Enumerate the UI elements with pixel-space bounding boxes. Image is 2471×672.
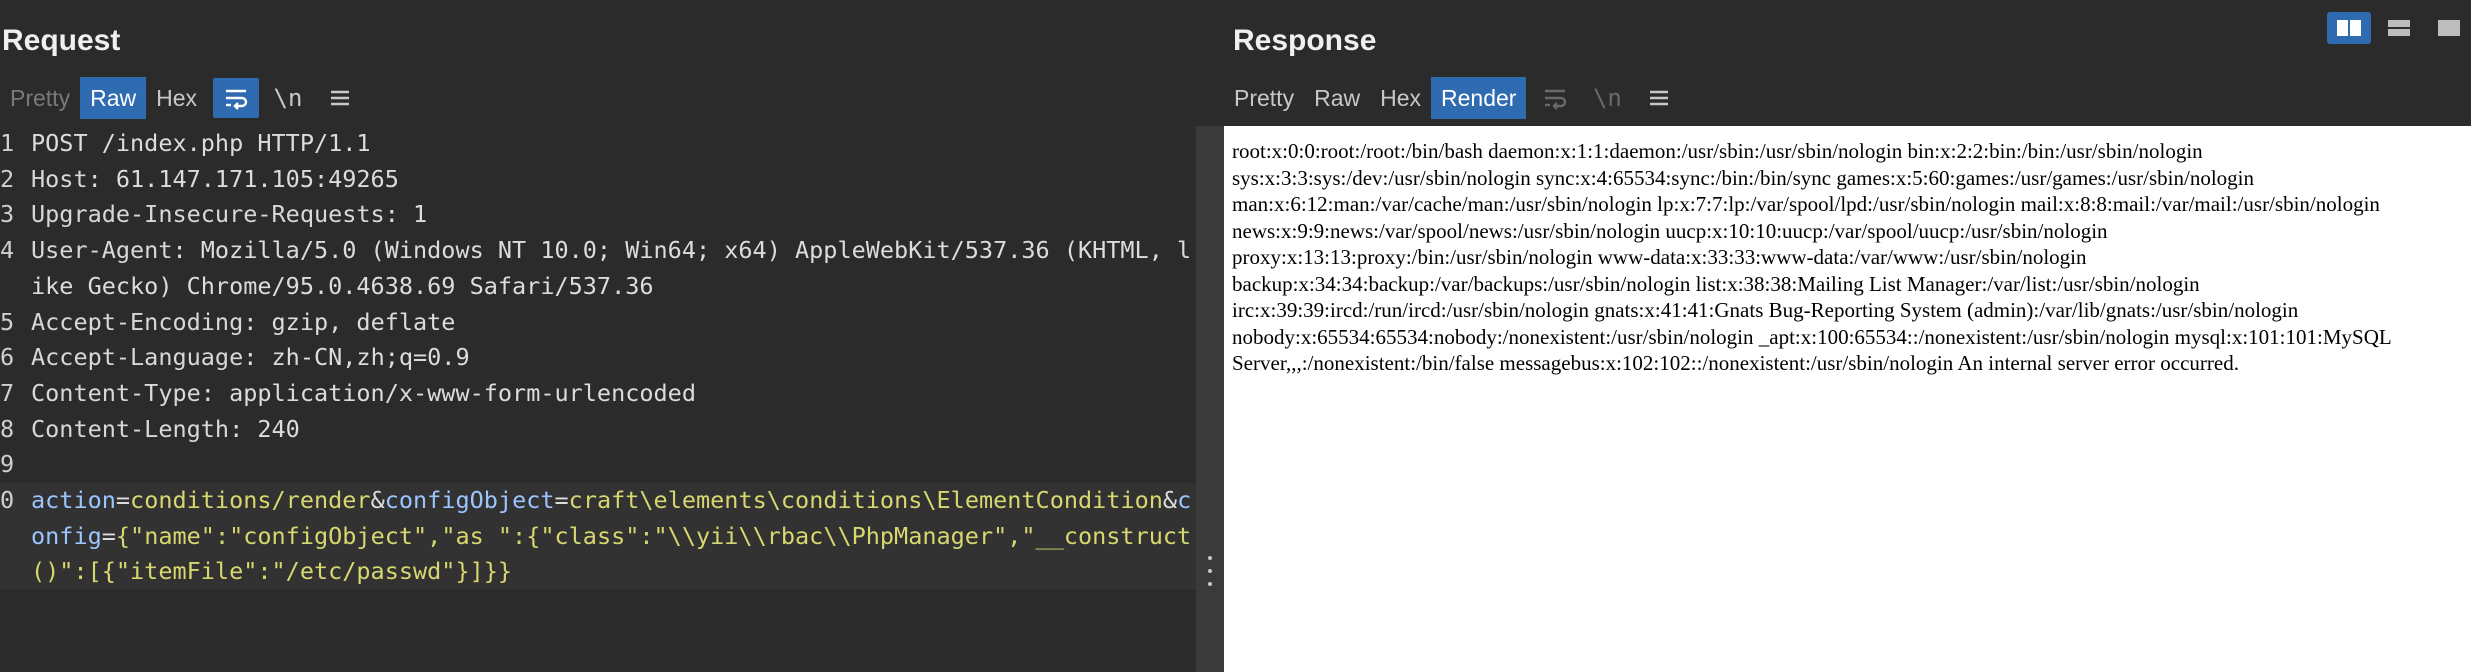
line-number: 2	[0, 164, 15, 193]
line-number: 5	[0, 307, 15, 336]
editor-line: 5 Accept-Encoding: gzip, deflate	[0, 305, 1196, 341]
line-number: 7	[0, 378, 15, 407]
param-value: conditions/render	[130, 486, 371, 515]
response-wrap-button[interactable]	[1532, 78, 1578, 118]
header-name: Accept-Encoding	[31, 307, 244, 336]
line-number: 0	[0, 486, 15, 515]
header-value: application/x-www-form-urlencoded	[229, 378, 696, 407]
editor-line-body: 0 action=conditions/render&configObject=…	[0, 483, 1196, 591]
request-newline-button[interactable]: \n	[265, 78, 311, 118]
response-toolbar: Pretty Raw Hex Render \n	[1224, 76, 1682, 120]
editor-line: 1 POST /index.php HTTP/1.1	[0, 126, 1196, 162]
response-tab-pretty[interactable]: Pretty	[1224, 77, 1304, 119]
header-value: 61.147.171.105:49265	[115, 164, 399, 193]
drag-handle-icon	[1207, 556, 1213, 586]
line-number: 8	[0, 414, 15, 443]
editor-line: 3 Upgrade-Insecure-Requests: 1	[0, 197, 1196, 233]
request-tab-raw[interactable]: Raw	[80, 77, 147, 119]
request-menu-button[interactable]	[317, 78, 363, 118]
menu-icon	[1650, 90, 1669, 106]
pane-splitter[interactable]	[1196, 126, 1224, 672]
editor-line: 4 User-Agent: Mozilla/5.0 (Windows NT 10…	[0, 233, 1196, 304]
wrap-icon	[226, 89, 248, 110]
header-name: Accept-Language	[31, 343, 244, 372]
request-tab-hex[interactable]: Hex	[146, 77, 207, 119]
single-pane-button[interactable]	[2427, 12, 2471, 44]
split-vertical-button[interactable]	[2377, 12, 2421, 44]
request-editor[interactable]: 1 POST /index.php HTTP/1.1 2 Host: 61.14…	[0, 126, 1196, 672]
request-toolbar: Pretty Raw Hex \n	[0, 76, 363, 120]
request-line: POST /index.php HTTP/1.1	[31, 129, 371, 157]
header-name: Content-Length	[31, 414, 230, 443]
single-pane-icon	[2438, 20, 2460, 36]
editor-line: 8 Content-Length: 240	[0, 412, 1196, 448]
line-number: 4	[0, 236, 15, 265]
response-menu-button[interactable]	[1636, 78, 1682, 118]
header-value: Mozilla/5.0 (Windows NT 10.0; Win64; x64…	[31, 236, 1192, 300]
header-value: gzip, deflate	[271, 307, 456, 336]
header-name: Content-Type	[31, 378, 201, 407]
line-number: 3	[0, 200, 15, 229]
param-key: configObject	[384, 486, 555, 515]
header-name: User-Agent	[31, 236, 173, 265]
response-newline-button[interactable]: \n	[1584, 78, 1630, 118]
header-name: Host	[31, 164, 88, 193]
line-number: 6	[0, 343, 15, 372]
request-tab-pretty[interactable]: Pretty	[0, 77, 80, 119]
header-value: 1	[413, 200, 428, 229]
line-number: 1	[0, 129, 15, 157]
header-value: zh-CN,zh;q=0.9	[271, 343, 470, 372]
layout-toggles	[2327, 12, 2471, 44]
header-name: Upgrade-Insecure-Requests	[31, 200, 385, 229]
response-title: Response	[1233, 24, 1377, 57]
menu-icon	[331, 90, 349, 106]
param-key: action	[31, 486, 116, 515]
response-render-view: root:x:0:0:root:/root:/bin/bash daemon:x…	[1224, 126, 2471, 672]
param-value: craft\elements\conditions\ElementConditi…	[568, 486, 1163, 515]
split-vertical-icon	[2388, 20, 2410, 36]
header-value: 240	[257, 414, 300, 443]
split-horizontal-icon	[2337, 20, 2361, 36]
response-tab-render[interactable]: Render	[1431, 77, 1527, 119]
split-horizontal-button[interactable]	[2327, 12, 2371, 44]
editor-line: 9	[0, 447, 1196, 483]
newline-label: \n	[1592, 84, 1622, 112]
param-value: {"name":"configObject","as ":{"class":"\…	[31, 521, 1192, 586]
request-title: Request	[2, 24, 121, 57]
editor-line: 2 Host: 61.147.171.105:49265	[0, 162, 1196, 198]
editor-line: 7 Content-Type: application/x-www-form-u…	[0, 376, 1196, 412]
request-wrap-button[interactable]	[213, 78, 259, 118]
wrap-icon	[1545, 89, 1567, 110]
line-number: 9	[0, 450, 15, 479]
response-tab-raw[interactable]: Raw	[1304, 77, 1370, 119]
newline-label: \n	[273, 84, 303, 112]
response-tab-hex[interactable]: Hex	[1370, 77, 1431, 119]
editor-line: 6 Accept-Language: zh-CN,zh;q=0.9	[0, 340, 1196, 376]
